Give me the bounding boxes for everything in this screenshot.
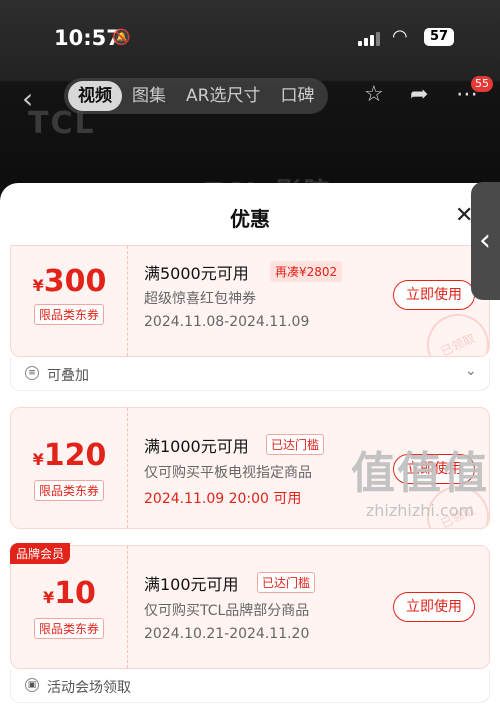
- coupon-date: 2024.11.09 20:00 可用: [144, 491, 302, 507]
- wifi-icon: ◠: [392, 26, 408, 47]
- coupon-threshold-pill: 已达门槛: [257, 572, 316, 593]
- tab-reviews[interactable]: 口碑: [270, 81, 324, 111]
- coupon-condition: 满5000元可用: [144, 264, 249, 283]
- coupon-left-panel: [11, 246, 128, 356]
- tab-ar-size[interactable]: AR选尺寸: [176, 81, 270, 111]
- coupon-date: 2024.10.21-2024.11.20: [144, 626, 310, 642]
- chevron-left-icon: ‹: [479, 223, 491, 258]
- status-time: 10:57: [54, 26, 121, 50]
- coupon-condition: 满100元可用: [144, 575, 239, 594]
- coupon-amount: ¥120: [32, 438, 107, 473]
- sheet-title: 优惠: [230, 207, 270, 231]
- coupon-description: 超级惊喜红包神券: [144, 291, 256, 307]
- stackable-row[interactable]: ≡ 可叠加 ⌄: [10, 357, 490, 391]
- coupon-type-tag: 限品类东券: [34, 304, 105, 325]
- status-bar: 10:57 🔕 ◠ 57: [0, 24, 500, 58]
- venue-claim-row[interactable]: ▣ 活动会场领取: [10, 669, 490, 703]
- coupon-type-tag: 限品类东券: [34, 618, 105, 639]
- media-tabs: 视频 图集 AR选尺寸 口碑: [64, 78, 329, 114]
- coupon-description: 仅可购买TCL品牌部分商品: [144, 603, 310, 619]
- venue-icon: ▣: [25, 678, 39, 692]
- star-icon[interactable]: ☆: [364, 82, 384, 107]
- signal-icon: [358, 30, 380, 46]
- coupon-description: 仅可购买平板电视指定商品: [144, 465, 312, 481]
- stack-icon: ≡: [25, 366, 39, 380]
- coupon-card: ¥10 限品类东券 满100元可用 已达门槛 仅可购买TCL品牌部分商品 202…: [10, 545, 490, 669]
- coupon-threshold-pill: 已达门槛: [266, 434, 325, 455]
- coupon-amount: ¥300: [32, 264, 107, 299]
- chevron-down-icon[interactable]: ⌄: [465, 363, 477, 379]
- coupon-threshold-pill: 再凑¥2802: [270, 261, 343, 282]
- side-drawer-handle[interactable]: ‹: [471, 182, 500, 300]
- brand-member-badge: 品牌会员: [10, 543, 71, 564]
- battery-icon: 57: [424, 28, 454, 46]
- message-badge: 55: [471, 76, 493, 92]
- watermark: 值值值 zhizhizhi.com: [345, 437, 495, 520]
- coupon-amount: ¥10: [43, 576, 96, 611]
- tab-gallery[interactable]: 图集: [122, 81, 176, 111]
- top-nav: ‹ TCL 视频 图集 AR选尺寸 口碑 ☆ ➦ ⋯ 55: [0, 76, 500, 141]
- venue-claim-label: 活动会场领取: [47, 680, 131, 696]
- tab-video[interactable]: 视频: [68, 81, 122, 111]
- use-now-button[interactable]: 立即使用: [393, 280, 475, 310]
- stackable-label: 可叠加: [47, 368, 89, 384]
- coupon-date: 2024.11.08-2024.11.09: [144, 314, 310, 330]
- watermark-logo: 值值值: [351, 448, 489, 499]
- claimed-stamp: 已领取: [416, 303, 489, 356]
- watermark-url: zhizhizhi.com: [365, 501, 475, 520]
- coupon-card: ¥300 限品类东券 满5000元可用 再凑¥2802 超级惊喜红包神券 202…: [10, 245, 490, 357]
- use-now-button[interactable]: 立即使用: [393, 592, 475, 622]
- bell-muted-icon: 🔕: [112, 28, 131, 46]
- coupon-condition: 满1000元可用: [144, 437, 249, 456]
- share-icon[interactable]: ➦: [410, 82, 428, 107]
- coupon-type-tag: 限品类东券: [34, 480, 105, 501]
